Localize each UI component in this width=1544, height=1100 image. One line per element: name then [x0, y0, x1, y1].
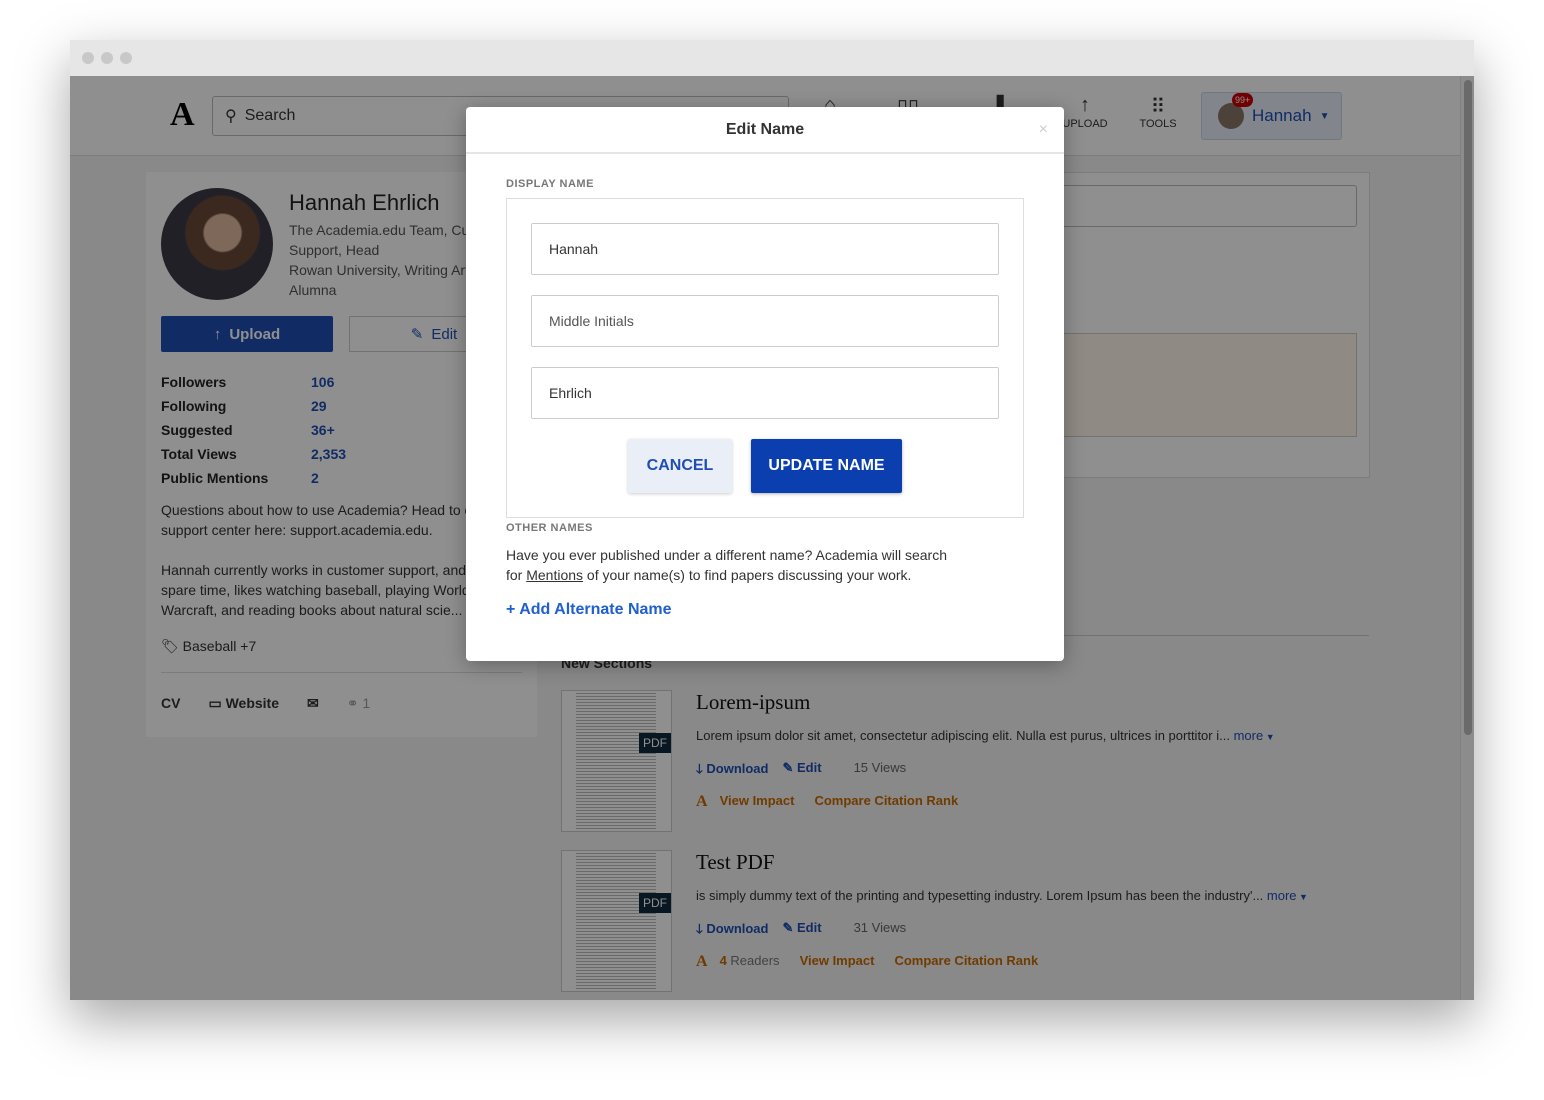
cancel-button[interactable]: CANCEL — [628, 439, 732, 493]
add-alternate-name-link[interactable]: + Add Alternate Name — [506, 601, 672, 619]
close-icon[interactable]: × — [1039, 107, 1048, 153]
other-names-label: OTHER NAMES — [506, 522, 593, 534]
modal-header: Edit Name × — [466, 107, 1064, 154]
mentions-link[interactable]: Mentions — [526, 567, 583, 583]
middle-initials-input[interactable] — [531, 295, 999, 347]
page: A ⚲Search ⌂ ▯▯ ▁▌ ↑UPLOAD ⠿TOOLS 99+Hann… — [70, 76, 1474, 1000]
minimize-dot[interactable] — [101, 52, 113, 64]
display-name-form: CANCEL UPDATE NAME — [506, 198, 1024, 518]
title-bar — [70, 40, 1474, 76]
modal-title: Edit Name — [725, 121, 805, 138]
maximize-dot[interactable] — [120, 52, 132, 64]
browser-window: A ⚲Search ⌂ ▯▯ ▁▌ ↑UPLOAD ⠿TOOLS 99+Hann… — [70, 40, 1474, 1000]
other-names-text: Have you ever published under a differen… — [506, 545, 966, 585]
update-name-button[interactable]: UPDATE NAME — [751, 439, 902, 493]
close-dot[interactable] — [82, 52, 94, 64]
last-name-input[interactable] — [531, 367, 999, 419]
first-name-input[interactable] — [531, 223, 999, 275]
other-names-text-2: of your name(s) to find papers discussin… — [583, 567, 912, 583]
edit-name-modal: Edit Name × DISPLAY NAME CANCEL UPDATE NA… — [466, 107, 1064, 661]
display-name-label: DISPLAY NAME — [506, 178, 594, 190]
